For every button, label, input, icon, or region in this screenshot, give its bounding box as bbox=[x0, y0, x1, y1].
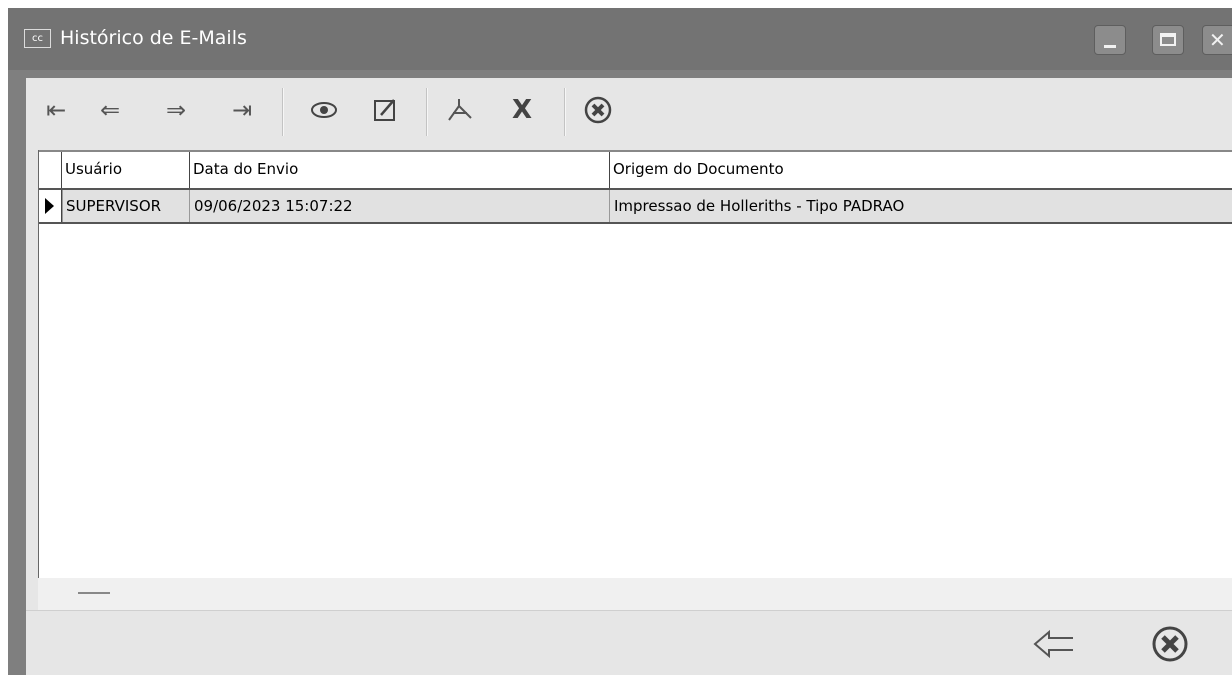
row-indicator bbox=[39, 190, 62, 222]
back-button[interactable] bbox=[1026, 621, 1082, 667]
cell-usuario[interactable]: SUPERVISOR bbox=[62, 190, 189, 222]
toolbar-separator bbox=[426, 88, 428, 136]
first-record-button[interactable]: ⇤ bbox=[36, 88, 76, 132]
edit-icon bbox=[374, 99, 395, 121]
client-area: ⇤ ⇐ ⇒ ⇥ X Usuário Data do Envio Origem d… bbox=[26, 78, 1232, 675]
toolbar-separator bbox=[564, 88, 566, 136]
grid-footer bbox=[38, 578, 1232, 610]
first-icon: ⇤ bbox=[45, 96, 67, 124]
minimize-icon bbox=[1104, 45, 1116, 48]
next-record-button[interactable]: ⇒ bbox=[156, 88, 196, 132]
close-window-button[interactable]: ✕ bbox=[1202, 25, 1232, 55]
excel-icon: X bbox=[511, 95, 533, 125]
cancel-button[interactable] bbox=[578, 88, 618, 132]
previous-icon: ⇐ bbox=[99, 96, 121, 124]
grid-header: Usuário Data do Envio Origem do Document… bbox=[39, 150, 1232, 190]
maximize-icon bbox=[1160, 33, 1176, 46]
back-arrow-icon bbox=[1033, 629, 1073, 659]
close-button[interactable] bbox=[1142, 621, 1198, 667]
toolbar: ⇤ ⇐ ⇒ ⇥ X bbox=[26, 78, 1232, 150]
previous-record-button[interactable]: ⇐ bbox=[90, 88, 130, 132]
edit-button[interactable] bbox=[366, 88, 406, 132]
cell-origem[interactable]: Impressao de Holleriths - Tipo PADRAO bbox=[609, 190, 1232, 222]
current-row-arrow-icon bbox=[45, 198, 54, 214]
cell-data-envio[interactable]: 09/06/2023 15:07:22 bbox=[189, 190, 609, 222]
bottom-bar bbox=[26, 610, 1232, 675]
last-icon: ⇥ bbox=[231, 96, 253, 124]
cancel-circle-icon bbox=[1152, 626, 1188, 662]
table-row[interactable]: SUPERVISOR 09/06/2023 15:07:22 Impressao… bbox=[39, 190, 1232, 224]
acrobat-icon bbox=[448, 99, 472, 121]
minimize-button[interactable] bbox=[1094, 25, 1126, 55]
window-title: Histórico de E-Mails bbox=[60, 27, 247, 49]
column-header-origem[interactable]: Origem do Documento bbox=[609, 152, 1232, 188]
column-header-usuario[interactable]: Usuário bbox=[61, 152, 189, 188]
email-history-grid: Usuário Data do Envio Origem do Document… bbox=[38, 150, 1232, 610]
excel-button[interactable]: X bbox=[502, 88, 542, 132]
last-record-button[interactable]: ⇥ bbox=[222, 88, 262, 132]
app-icon: cc bbox=[24, 29, 51, 48]
footer-dash bbox=[78, 592, 110, 594]
pdf-button[interactable] bbox=[440, 88, 480, 132]
toolbar-separator bbox=[282, 88, 284, 136]
title-bar[interactable]: cc Histórico de E-Mails ✕ bbox=[8, 8, 1232, 70]
eye-icon bbox=[311, 102, 337, 118]
view-button[interactable] bbox=[304, 88, 344, 132]
close-icon: ✕ bbox=[1209, 28, 1226, 52]
cancel-circle-icon bbox=[584, 96, 612, 124]
column-header-data-envio[interactable]: Data do Envio bbox=[189, 152, 609, 188]
next-icon: ⇒ bbox=[165, 96, 187, 124]
maximize-button[interactable] bbox=[1152, 25, 1184, 55]
email-history-window: cc Histórico de E-Mails ✕ ⇤ ⇐ ⇒ ⇥ X Usuá… bbox=[8, 8, 1232, 675]
